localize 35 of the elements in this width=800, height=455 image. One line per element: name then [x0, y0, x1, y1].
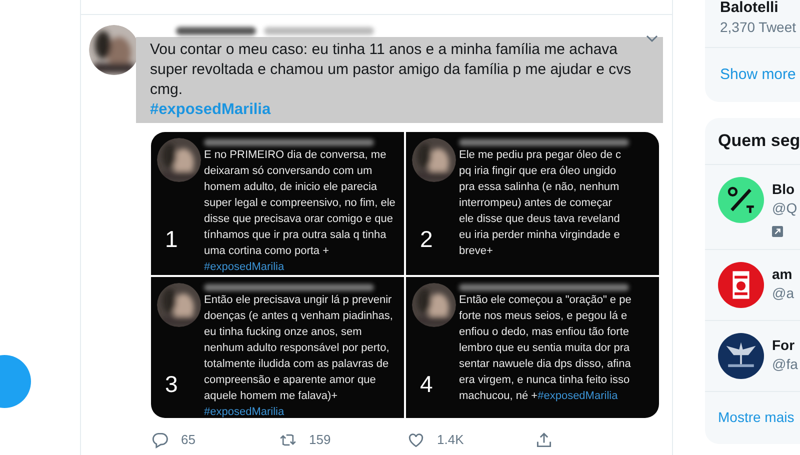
tweet-text: Vou contar o meu caso: eu tinha 11 anos e a minha família me achava super revoltada e chamou um pastor amigo da família p me ajudar e cvs cmg. — [150, 40, 632, 100]
avatar-icon — [718, 332, 764, 378]
image-number: 2 — [420, 225, 433, 254]
avatar-icon — [718, 176, 764, 222]
account-handle: @fa — [772, 354, 798, 374]
hashtag-link: #exposedMarilia — [538, 390, 618, 402]
reply-icon[interactable] — [151, 430, 169, 449]
account-name[interactable]: Blo — [772, 180, 798, 198]
screenshot-text: Então ele precisava ungir lá p prevenir doenças (e antes q venham piadinhas, eu tinha fucking onze anos, sem nenhum adulto responsável por perto, totalmente iludida com as palavras de compreensão e aparente amor que aquele homem me falava)+ #exposedMarilia — [204, 293, 393, 418]
profile-name: Balotelli — [720, 0, 780, 16]
action-count: 159 — [309, 431, 331, 449]
screenshot-text: Ele me pediu pra pegar óleo de c pq iria fingir que era óleo ungido pra essa salinha (e não, nenhum interrompeu) antes de começar ele disse que deus tava reveland eu iria perder minha virgindade e breve+ — [459, 148, 622, 259]
action-count: 65 — [181, 431, 196, 449]
image-panel[interactable] — [406, 132, 659, 275]
screenshot-text: Então ele começou a "oração" e pe forte nos meus seios, e pegou lá e enfiou o dedo, mas enfiou tão forte lembro que eu sentia muita dor pra sentar nawuele dia dps disso, afina era virgem, e nunca tinha feito isso machucou, né +#exposedMarilia — [459, 293, 632, 404]
heart-icon[interactable] — [407, 430, 425, 449]
tweet-count: 2,370 Tweet — [720, 18, 798, 37]
avatar-icon — [718, 262, 764, 308]
hashtag-link: #exposedMarilia — [204, 406, 284, 418]
share-icon[interactable] — [535, 430, 553, 449]
image-panel[interactable] — [406, 277, 659, 418]
account-handle: @Q — [772, 198, 798, 218]
screenshot-text: E no PRIMEIRO dia de conversa, me deixaram só conversando com um homem adulto, de inicio ele parecia super legal e compreensivo, no fim, ele disse que precisava orar comigo e que tínhamos que ir pra outra sala q tinha uma cortina como porta + #exposedMarilia — [204, 148, 396, 275]
action-count: 1.4K — [437, 431, 464, 449]
account-name[interactable]: For — [772, 336, 798, 354]
image-number: 4 — [420, 370, 433, 399]
image-panel[interactable] — [151, 132, 404, 275]
image-number: 3 — [165, 370, 178, 399]
account-name[interactable]: am — [772, 264, 794, 284]
chevron-icon — [646, 35, 658, 43]
image-number: 1 — [165, 225, 178, 254]
account-handle: @a — [772, 284, 794, 302]
card-title: Quem seg — [718, 130, 800, 152]
hashtag-link: #exposedMarilia — [204, 261, 284, 273]
image-panel[interactable] — [151, 277, 404, 418]
